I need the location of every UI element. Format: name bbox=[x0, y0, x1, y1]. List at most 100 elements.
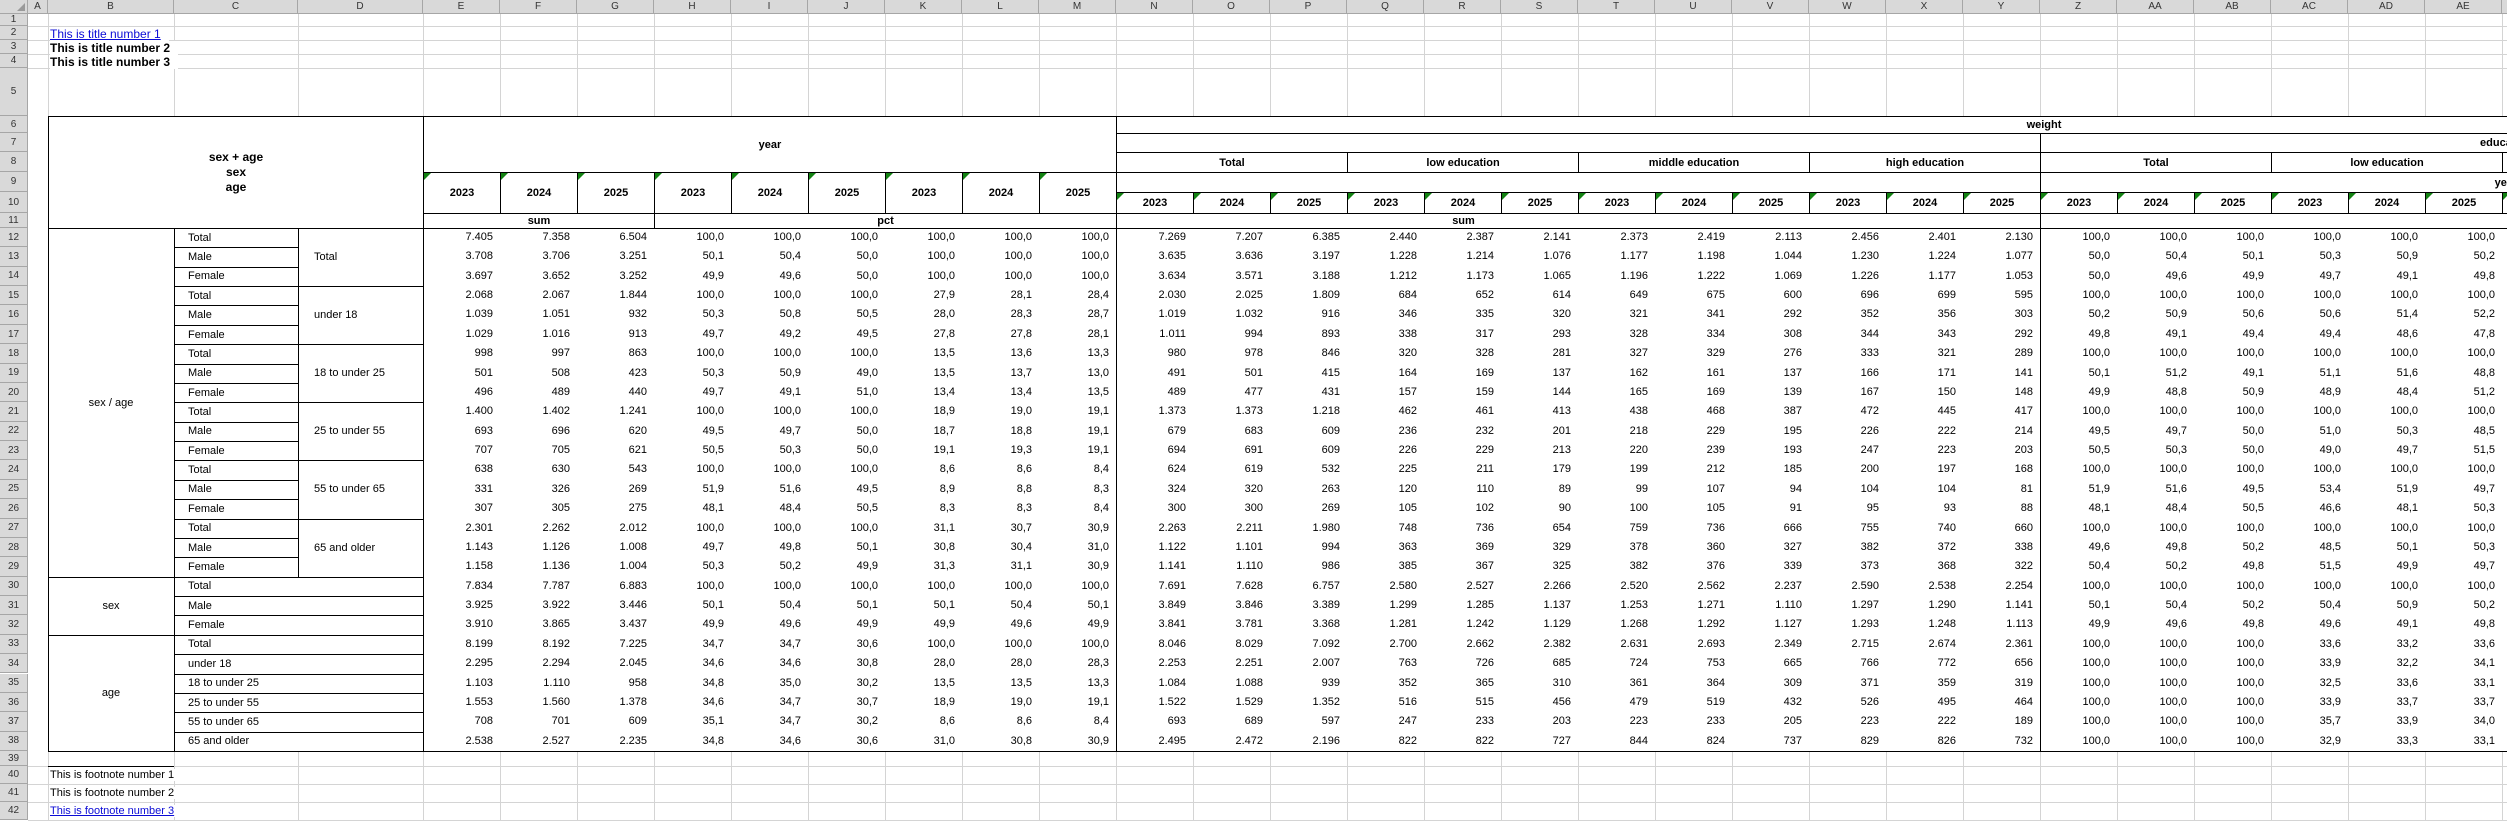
row-header-1[interactable]: 1 bbox=[0, 14, 28, 26]
cell-Y32[interactable]: 1.113 bbox=[1963, 615, 2040, 634]
cell-P29[interactable]: 986 bbox=[1270, 557, 1347, 576]
cell-O37[interactable]: 689 bbox=[1193, 712, 1270, 731]
cell-K17[interactable]: 27,8 bbox=[885, 325, 962, 344]
row-header-40[interactable]: 40 bbox=[0, 766, 28, 784]
cell-AA38[interactable]: 100,0 bbox=[2117, 732, 2194, 751]
cell-S33[interactable]: 2.382 bbox=[1501, 635, 1578, 654]
cell-P33[interactable]: 7.092 bbox=[1270, 635, 1347, 654]
cell-Y37[interactable]: 189 bbox=[1963, 712, 2040, 731]
cell-H21[interactable]: 100,0 bbox=[654, 402, 731, 421]
cell-O36[interactable]: 1.529 bbox=[1193, 693, 1270, 712]
header-year-right[interactable]: year bbox=[2040, 172, 2507, 193]
cell-AB20[interactable]: 50,9 bbox=[2194, 383, 2271, 402]
cell-O32[interactable]: 3.781 bbox=[1193, 615, 1270, 634]
cell-O33[interactable]: 8.029 bbox=[1193, 635, 1270, 654]
cell-I17[interactable]: 49,2 bbox=[731, 325, 808, 344]
cell-AC27[interactable]: 100,0 bbox=[2271, 519, 2348, 538]
cell-T13[interactable]: 1.177 bbox=[1578, 247, 1655, 266]
column-header-M[interactable]: M bbox=[1039, 0, 1116, 14]
cell-AB15[interactable]: 100,0 bbox=[2194, 286, 2271, 305]
row-label-sex[interactable]: Female bbox=[174, 557, 298, 576]
cell-I27[interactable]: 100,0 bbox=[731, 519, 808, 538]
cell-AD17[interactable]: 48,6 bbox=[2348, 325, 2425, 344]
cell-I16[interactable]: 50,8 bbox=[731, 305, 808, 324]
cell-AA22[interactable]: 49,7 bbox=[2117, 422, 2194, 441]
cell-AB19[interactable]: 49,1 bbox=[2194, 364, 2271, 383]
cell-J36[interactable]: 30,7 bbox=[808, 693, 885, 712]
column-header-Z[interactable]: Z bbox=[2040, 0, 2117, 14]
cell-E23[interactable]: 707 bbox=[423, 441, 500, 460]
row-header-29[interactable]: 29 bbox=[0, 557, 28, 576]
cell-W26[interactable]: 95 bbox=[1809, 499, 1886, 518]
cell-L32[interactable]: 49,6 bbox=[962, 615, 1039, 634]
cell-N30[interactable]: 7.691 bbox=[1116, 577, 1193, 596]
cell-Z27[interactable]: 100,0 bbox=[2040, 519, 2117, 538]
cell-T14[interactable]: 1.196 bbox=[1578, 267, 1655, 286]
header-year-2024[interactable]: 2024 bbox=[500, 172, 578, 214]
column-header-D[interactable]: D bbox=[298, 0, 423, 14]
row-header-39[interactable]: 39 bbox=[0, 751, 28, 766]
cell-E25[interactable]: 331 bbox=[423, 480, 500, 499]
row-header-9[interactable]: 9 bbox=[0, 172, 28, 192]
cell-Y36[interactable]: 464 bbox=[1963, 693, 2040, 712]
cell-AE24[interactable]: 100,0 bbox=[2425, 460, 2502, 479]
cell-X26[interactable]: 93 bbox=[1886, 499, 1963, 518]
cell-F36[interactable]: 1.560 bbox=[500, 693, 577, 712]
cell-S21[interactable]: 413 bbox=[1501, 402, 1578, 421]
cell-AE31[interactable]: 50,2 bbox=[2425, 596, 2502, 615]
cell-L22[interactable]: 18,8 bbox=[962, 422, 1039, 441]
row-label-sex[interactable]: Male bbox=[174, 247, 298, 266]
cell-J29[interactable]: 49,9 bbox=[808, 557, 885, 576]
cell-T15[interactable]: 649 bbox=[1578, 286, 1655, 305]
cell-W38[interactable]: 829 bbox=[1809, 732, 1886, 751]
column-header-U[interactable]: U bbox=[1655, 0, 1732, 14]
cell-T27[interactable]: 759 bbox=[1578, 519, 1655, 538]
cell-K34[interactable]: 28,0 bbox=[885, 654, 962, 673]
cell-R27[interactable]: 736 bbox=[1424, 519, 1501, 538]
row-label-age[interactable]: Total bbox=[298, 228, 423, 286]
column-header-H[interactable]: H bbox=[654, 0, 731, 14]
cell-M34[interactable]: 28,3 bbox=[1039, 654, 1116, 673]
cell-W33[interactable]: 2.715 bbox=[1809, 635, 1886, 654]
cell-G21[interactable]: 1.241 bbox=[577, 402, 654, 421]
cell-K26[interactable]: 8,3 bbox=[885, 499, 962, 518]
cell-V29[interactable]: 339 bbox=[1732, 557, 1809, 576]
cell-H18[interactable]: 100,0 bbox=[654, 344, 731, 363]
cell-J17[interactable]: 49,5 bbox=[808, 325, 885, 344]
header-weight[interactable]: weight bbox=[1116, 116, 2507, 134]
cell-G38[interactable]: 2.235 bbox=[577, 732, 654, 751]
cell-L24[interactable]: 8,6 bbox=[962, 460, 1039, 479]
cell-W18[interactable]: 333 bbox=[1809, 344, 1886, 363]
row-label-sex[interactable]: Male bbox=[174, 422, 298, 441]
column-header-J[interactable]: J bbox=[808, 0, 885, 14]
row-label-sex[interactable]: Male bbox=[174, 538, 298, 557]
cell-O24[interactable]: 619 bbox=[1193, 460, 1270, 479]
cell-F26[interactable]: 305 bbox=[500, 499, 577, 518]
cell-W31[interactable]: 1.297 bbox=[1809, 596, 1886, 615]
cell-F28[interactable]: 1.126 bbox=[500, 538, 577, 557]
cell-N19[interactable]: 491 bbox=[1116, 364, 1193, 383]
cell-T12[interactable]: 2.373 bbox=[1578, 228, 1655, 247]
cell-N29[interactable]: 1.141 bbox=[1116, 557, 1193, 576]
cell-U28[interactable]: 360 bbox=[1655, 538, 1732, 557]
row-header-7[interactable]: 7 bbox=[0, 133, 28, 152]
cell-P26[interactable]: 269 bbox=[1270, 499, 1347, 518]
cell-E19[interactable]: 501 bbox=[423, 364, 500, 383]
cell-V36[interactable]: 432 bbox=[1732, 693, 1809, 712]
cell-E22[interactable]: 693 bbox=[423, 422, 500, 441]
cell-H20[interactable]: 49,7 bbox=[654, 383, 731, 402]
cell-AD34[interactable]: 32,2 bbox=[2348, 654, 2425, 673]
cell-AE30[interactable]: 100,0 bbox=[2425, 577, 2502, 596]
cell-Q24[interactable]: 225 bbox=[1347, 460, 1424, 479]
cell-H24[interactable]: 100,0 bbox=[654, 460, 731, 479]
section-label-sex-age[interactable]: sex / age bbox=[48, 228, 174, 577]
cell-U23[interactable]: 239 bbox=[1655, 441, 1732, 460]
cell-H33[interactable]: 34,7 bbox=[654, 635, 731, 654]
cell-S35[interactable]: 310 bbox=[1501, 674, 1578, 693]
cell-Y16[interactable]: 303 bbox=[1963, 305, 2040, 324]
header-year-2024[interactable]: 2024 bbox=[2117, 192, 2195, 214]
cell-Z33[interactable]: 100,0 bbox=[2040, 635, 2117, 654]
row-header-24[interactable]: 24 bbox=[0, 460, 28, 479]
cell-F16[interactable]: 1.051 bbox=[500, 305, 577, 324]
header-empty[interactable] bbox=[1116, 133, 2041, 153]
